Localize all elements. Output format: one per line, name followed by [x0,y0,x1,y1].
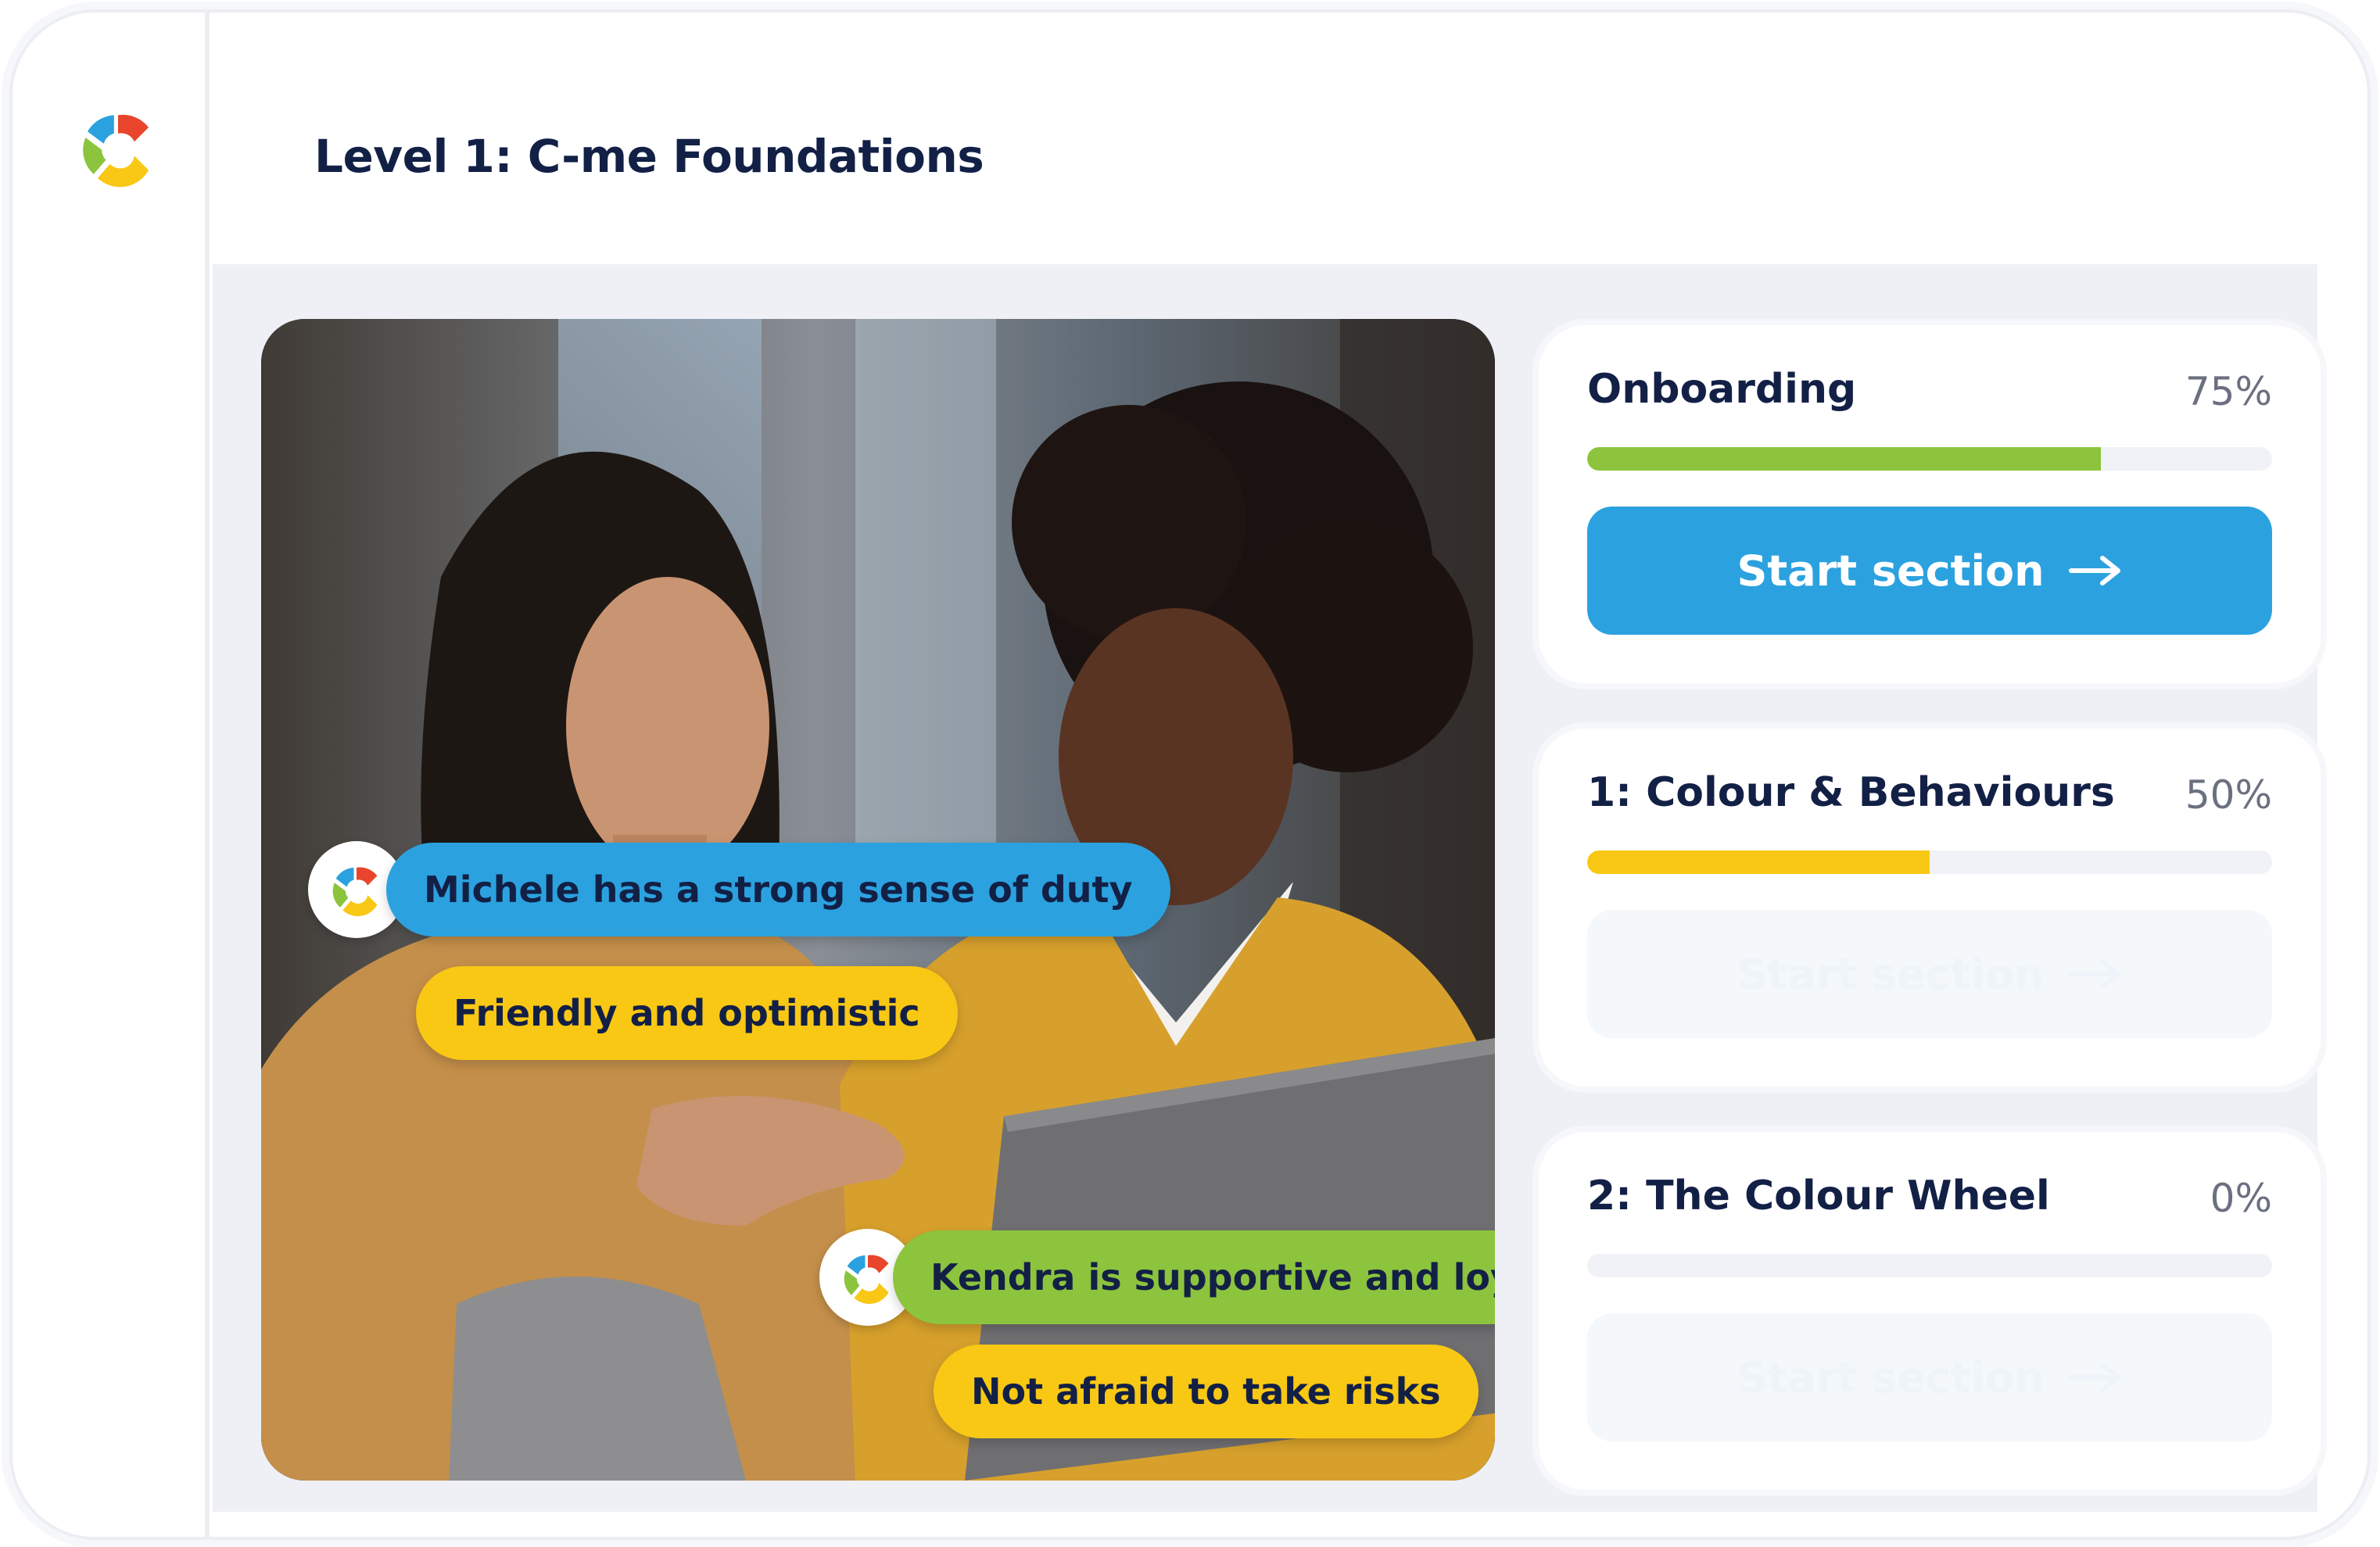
section-card-onboarding: Onboarding 75% Start section [1539,325,2321,683]
c-me-logo [844,1255,889,1305]
c-me-logo [332,867,378,917]
button-label: Start section [1737,546,2045,596]
section-title: 2: The Colour Wheel [1587,1173,2050,1219]
section-card-colour-wheel: 2: The Colour Wheel 0% Start section [1539,1132,2321,1490]
section-progress-label: 50% [2185,772,2272,818]
page-title: Level 1: C-me Foundations [314,130,984,183]
section-progress-label: 75% [2185,369,2272,414]
progress-track [1587,447,2272,471]
app-window: Level 1: C-me Foundations Michele has a … [9,9,2371,1540]
bubble-michele: Michele has a strong sense of duty [386,843,1170,936]
bubble-risks: Not afraid to take risks [934,1345,1479,1438]
c-me-logo[interactable] [67,97,169,199]
button-label: Start section [1737,949,2045,999]
section-title: 1: Colour & Behaviours [1587,769,2115,816]
bubble-friendly: Friendly and optimistic [416,966,958,1060]
start-section-button[interactable]: Start section [1587,507,2272,635]
button-label: Start section [1737,1352,2045,1402]
progress-fill [1587,850,1930,874]
sidebar [13,13,210,1537]
arrow-right-icon [2068,1363,2120,1392]
section-card-colour-behaviours: 1: Colour & Behaviours 50% Start section [1539,729,2321,1087]
start-section-button[interactable]: Start section [1587,1313,2272,1441]
progress-fill [1587,447,2101,471]
arrow-right-icon [2068,556,2120,585]
bubble-kendra: Kendra is supportive and loyal [893,1230,1495,1324]
progress-track [1587,1254,2272,1277]
section-title: Onboarding [1587,366,1857,413]
section-progress-label: 0% [2210,1176,2272,1221]
hero-image: Michele has a strong sense of duty Frien… [261,319,1495,1481]
progress-track [1587,850,2272,874]
header: Level 1: C-me Foundations [213,13,2367,264]
arrow-right-icon [2068,959,2120,989]
start-section-button[interactable]: Start section [1587,910,2272,1038]
main-content: Michele has a strong sense of duty Frien… [213,264,2321,1512]
